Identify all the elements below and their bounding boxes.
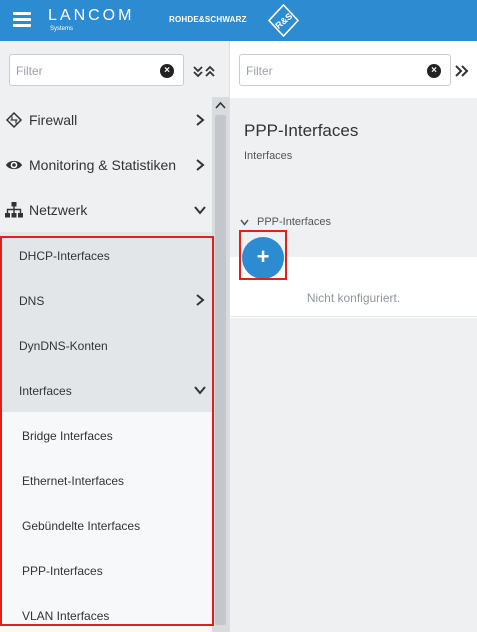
- add-button[interactable]: +: [242, 237, 284, 279]
- chevron-right-icon: [196, 114, 205, 126]
- chevron-down-icon: [194, 206, 206, 215]
- nav-item-vlan-interfaces[interactable]: VLAN Interfaces: [0, 592, 212, 632]
- top-bar: LANCOM Systems ROHDE&SCHWARZ R&S: [0, 0, 477, 41]
- content-background: [230, 318, 477, 632]
- content-filter-bar: ×: [230, 41, 477, 98]
- nav-item-label: Netzwerk: [29, 202, 88, 218]
- nav-item-firewall[interactable]: Firewall: [0, 97, 212, 142]
- chevron-right-icon: [196, 159, 205, 171]
- nav-item-label: PPP-Interfaces: [22, 564, 103, 578]
- hamburger-icon[interactable]: [13, 12, 31, 27]
- nav-filter-input[interactable]: [16, 62, 151, 80]
- rs-diamond-logo-icon: R&S: [268, 4, 299, 37]
- chevron-down-icon: [194, 386, 206, 395]
- network-icon: [5, 202, 23, 218]
- nav-item-interfaces[interactable]: Interfaces: [0, 367, 212, 412]
- nav-item-label: Interfaces: [19, 384, 72, 398]
- section-toggle[interactable]: PPP-Interfaces: [240, 215, 331, 229]
- nav-item-label: Monitoring & Statistiken: [29, 157, 177, 173]
- scrollbar-thumb[interactable]: [215, 115, 226, 625]
- nav-scrollbar[interactable]: [212, 97, 229, 632]
- brand-logo: LANCOM: [48, 7, 135, 24]
- empty-state-text: Nicht konfiguriert.: [306, 291, 401, 305]
- nav-item-ethernet-interfaces[interactable]: Ethernet-Interfaces: [0, 457, 212, 502]
- chevron-down-icon: [240, 219, 249, 226]
- nav-item-label: VLAN Interfaces: [22, 609, 110, 623]
- firewall-icon: [5, 111, 23, 129]
- nav-item-label: Ethernet-Interfaces: [22, 474, 125, 488]
- clear-icon[interactable]: ×: [427, 64, 441, 78]
- collapse-expand-icon[interactable]: [192, 64, 216, 78]
- chevron-right-icon: [196, 294, 205, 306]
- scroll-up-icon[interactable]: [215, 101, 226, 109]
- breadcrumb[interactable]: Interfaces: [244, 150, 292, 162]
- nav-item-dyndns-konten[interactable]: DynDNS-Konten: [0, 322, 212, 367]
- content-filter-input[interactable]: [246, 62, 416, 80]
- nav-item-monitoring[interactable]: Monitoring & Statistiken: [0, 142, 212, 187]
- nav-item-dns[interactable]: DNS: [0, 277, 212, 322]
- page-header: PPP-Interfaces Interfaces: [230, 98, 477, 190]
- nav-item-label: Firewall: [29, 112, 78, 128]
- partner-logo-text: ROHDE&SCHWARZ: [169, 15, 247, 24]
- nav-item-netzwerk[interactable]: Netzwerk: [0, 187, 212, 232]
- nav-filter: ×: [9, 54, 184, 86]
- nav-item-dhcp-interfaces[interactable]: DHCP-Interfaces: [0, 232, 212, 277]
- nav-item-label: Bridge Interfaces: [22, 429, 113, 443]
- section-label: PPP-Interfaces: [257, 216, 331, 228]
- brand-subtitle: Systems: [50, 26, 74, 32]
- clear-icon[interactable]: ×: [160, 64, 174, 78]
- nav-item-label: Gebündelte Interfaces: [22, 519, 141, 533]
- nav-item-label: DHCP-Interfaces: [19, 249, 110, 263]
- nav-item-gebuendelte-interfaces[interactable]: Gebündelte Interfaces: [0, 502, 212, 547]
- navigation-panel: × Firewall Monitoring & Statistiken: [0, 41, 230, 632]
- nav-item-bridge-interfaces[interactable]: Bridge Interfaces: [0, 412, 212, 457]
- nav-tree: Firewall Monitoring & Statistiken Netzwe…: [0, 97, 212, 632]
- content-filter: ×: [239, 54, 451, 86]
- eye-icon: [6, 160, 22, 170]
- page-title: PPP-Interfaces: [244, 121, 359, 140]
- nav-item-label: DynDNS-Konten: [19, 339, 108, 353]
- double-chevron-right-icon[interactable]: [454, 64, 470, 78]
- content-panel: × PPP-Interfaces Interfaces PPP-Interfac…: [230, 41, 477, 632]
- nav-item-label: DNS: [19, 294, 45, 308]
- nav-item-ppp-interfaces[interactable]: PPP-Interfaces: [0, 547, 212, 592]
